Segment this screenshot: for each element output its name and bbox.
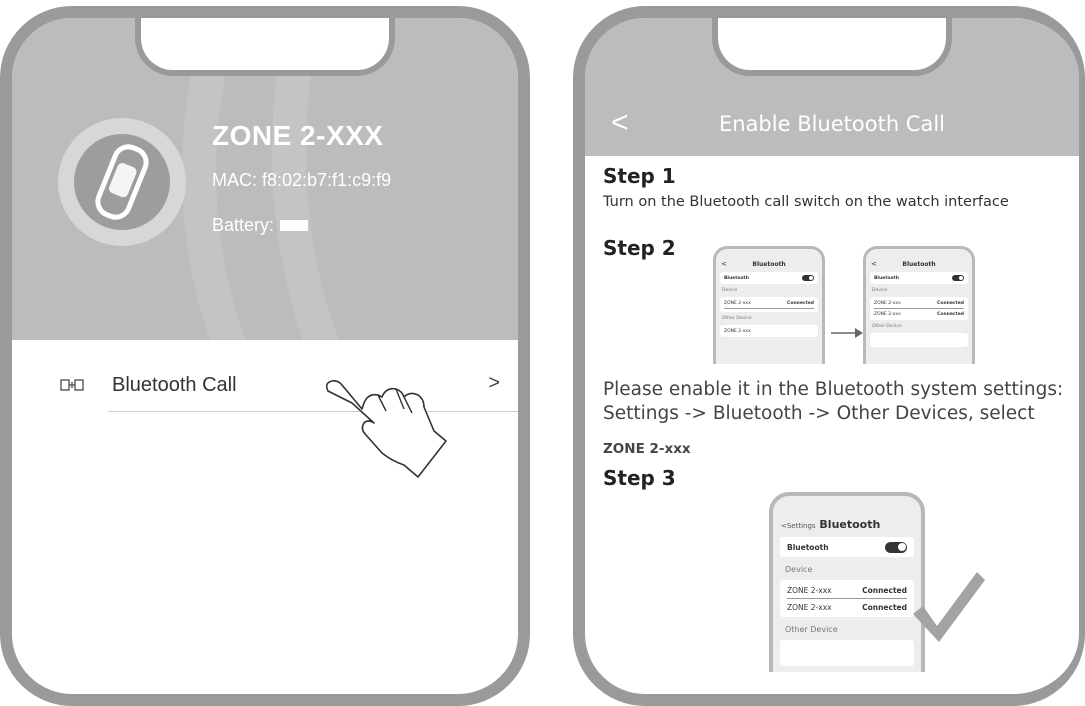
arrow-right-icon xyxy=(831,328,863,338)
mini-other-label: Other Device xyxy=(785,625,838,634)
mini-toggle-label: Bluetooth xyxy=(874,275,899,281)
step3-phone: <Settings Bluetooth Bluetooth Device ZON… xyxy=(769,492,925,672)
device-code: ZONE 2-xxx xyxy=(603,441,691,457)
mini-other-label: Other Device xyxy=(722,316,752,321)
mini-other-row: ZONE 2-xxx xyxy=(724,328,751,334)
mini-title: Bluetooth xyxy=(902,261,936,268)
step2-title: Step 2 xyxy=(603,236,676,260)
step1-title: Step 1 xyxy=(603,164,676,188)
mini-row-status: Connected xyxy=(937,311,964,317)
mini-row-status: Connected xyxy=(862,602,907,612)
phone-device-screen: ZONE 2-XXX MAC: f8:02:b7:f1:c9:f9 Batter… xyxy=(0,6,530,706)
step2-phone-after: < Bluetooth Bluetooth Device ZONE 2-xxx … xyxy=(863,246,975,364)
mini-toggle-label: Bluetooth xyxy=(724,275,749,281)
step2-instruction-line1: Please enable it in the Bluetooth system… xyxy=(603,379,1064,400)
bluetooth-toggle xyxy=(952,275,964,281)
mini-row-name: ZONE 2-xxx xyxy=(787,602,832,612)
mini-row-name: ZONE 2-xxx xyxy=(874,311,901,317)
mini-title: Bluetooth xyxy=(819,518,881,531)
battery-icon xyxy=(280,220,309,231)
checkmark-icon xyxy=(913,572,985,642)
mini-back: < xyxy=(721,260,727,268)
mini-row-name: ZONE 2-xxx xyxy=(874,300,901,306)
watch-band-icon xyxy=(95,144,149,220)
step1-text: Turn on the Bluetooth call switch on the… xyxy=(603,194,1009,210)
menu-divider xyxy=(108,411,518,412)
phone-notch xyxy=(712,18,952,76)
phone-notch xyxy=(135,18,395,76)
mac-address: MAC: f8:02:b7:f1:c9:f9 xyxy=(212,170,392,190)
chevron-right-icon: > xyxy=(488,372,500,394)
mini-other-label: Other Device xyxy=(872,324,902,329)
step3-title: Step 3 xyxy=(603,466,676,490)
mini-back: < xyxy=(871,260,877,268)
screen-title: Enable Bluetooth Call xyxy=(718,112,946,136)
bluetooth-call-icon xyxy=(60,378,84,392)
mini-row-status: Connected xyxy=(937,300,964,306)
step2-phone-before: < Bluetooth Bluetooth Device ZONE 2-xxx … xyxy=(713,246,825,364)
bluetooth-call-label: Bluetooth Call xyxy=(112,373,237,396)
mini-device-label: Device xyxy=(872,288,888,293)
mini-device-label: Device xyxy=(785,565,813,574)
mini-toggle-label: Bluetooth xyxy=(787,542,829,552)
phone-enable-call-screen: < Enable Bluetooth Call Step 1 Turn on t… xyxy=(573,6,1085,706)
mini-row-status: Connected xyxy=(787,300,814,306)
step2-instruction-line2: Settings -> Bluetooth -> Other Devices, … xyxy=(603,403,1035,424)
device-avatar xyxy=(58,118,186,246)
mini-row-name: ZONE 2-xxx xyxy=(724,300,751,306)
pointing-hand-icon xyxy=(325,380,447,478)
mini-row-name: ZONE 2-xxx xyxy=(787,585,832,595)
battery-status: Battery: xyxy=(212,215,309,236)
battery-label: Battery: xyxy=(212,215,275,235)
mini-device-label: Device xyxy=(722,288,738,293)
mini-row-status: Connected xyxy=(862,585,907,595)
bluetooth-toggle xyxy=(802,275,814,281)
settings-back: <Settings xyxy=(781,522,816,530)
device-name: ZONE 2-XXX xyxy=(212,120,384,151)
mini-title: Bluetooth xyxy=(752,261,786,268)
bluetooth-toggle xyxy=(885,541,907,553)
